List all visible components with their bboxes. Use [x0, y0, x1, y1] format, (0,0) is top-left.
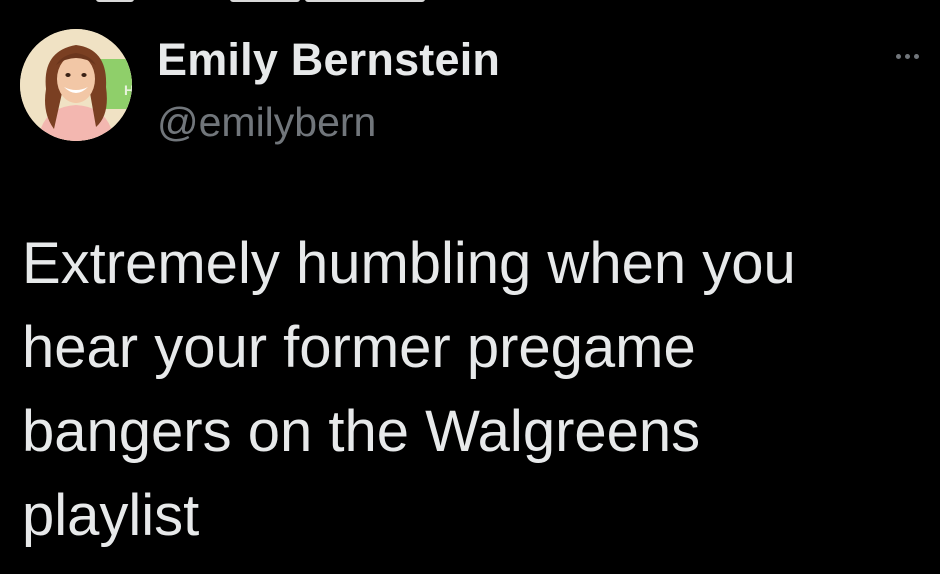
tweet-text-line: bangers on the Walgreens: [22, 399, 701, 464]
tweet-card: H Emily Bernstein @emilybern Extremely h…: [0, 0, 940, 574]
svg-text:H: H: [124, 82, 132, 98]
tweet-text: Extremely humbling when you hear your fo…: [22, 222, 922, 558]
tweet-text-line: Extremely humbling when you: [22, 231, 796, 296]
profile-photo-icon: H: [20, 29, 132, 141]
author-handle[interactable]: @emilybern: [157, 99, 376, 146]
author-display-name[interactable]: Emily Bernstein: [157, 34, 500, 86]
dot-icon: [914, 54, 919, 59]
avatar[interactable]: H: [20, 29, 132, 141]
dot-icon: [905, 54, 910, 59]
more-options-icon[interactable]: [888, 44, 928, 68]
cropped-previous-content: [0, 0, 940, 10]
tweet-text-line: playlist: [22, 483, 200, 548]
dot-icon: [896, 54, 901, 59]
tweet-text-line: hear your former pregame: [22, 315, 696, 380]
